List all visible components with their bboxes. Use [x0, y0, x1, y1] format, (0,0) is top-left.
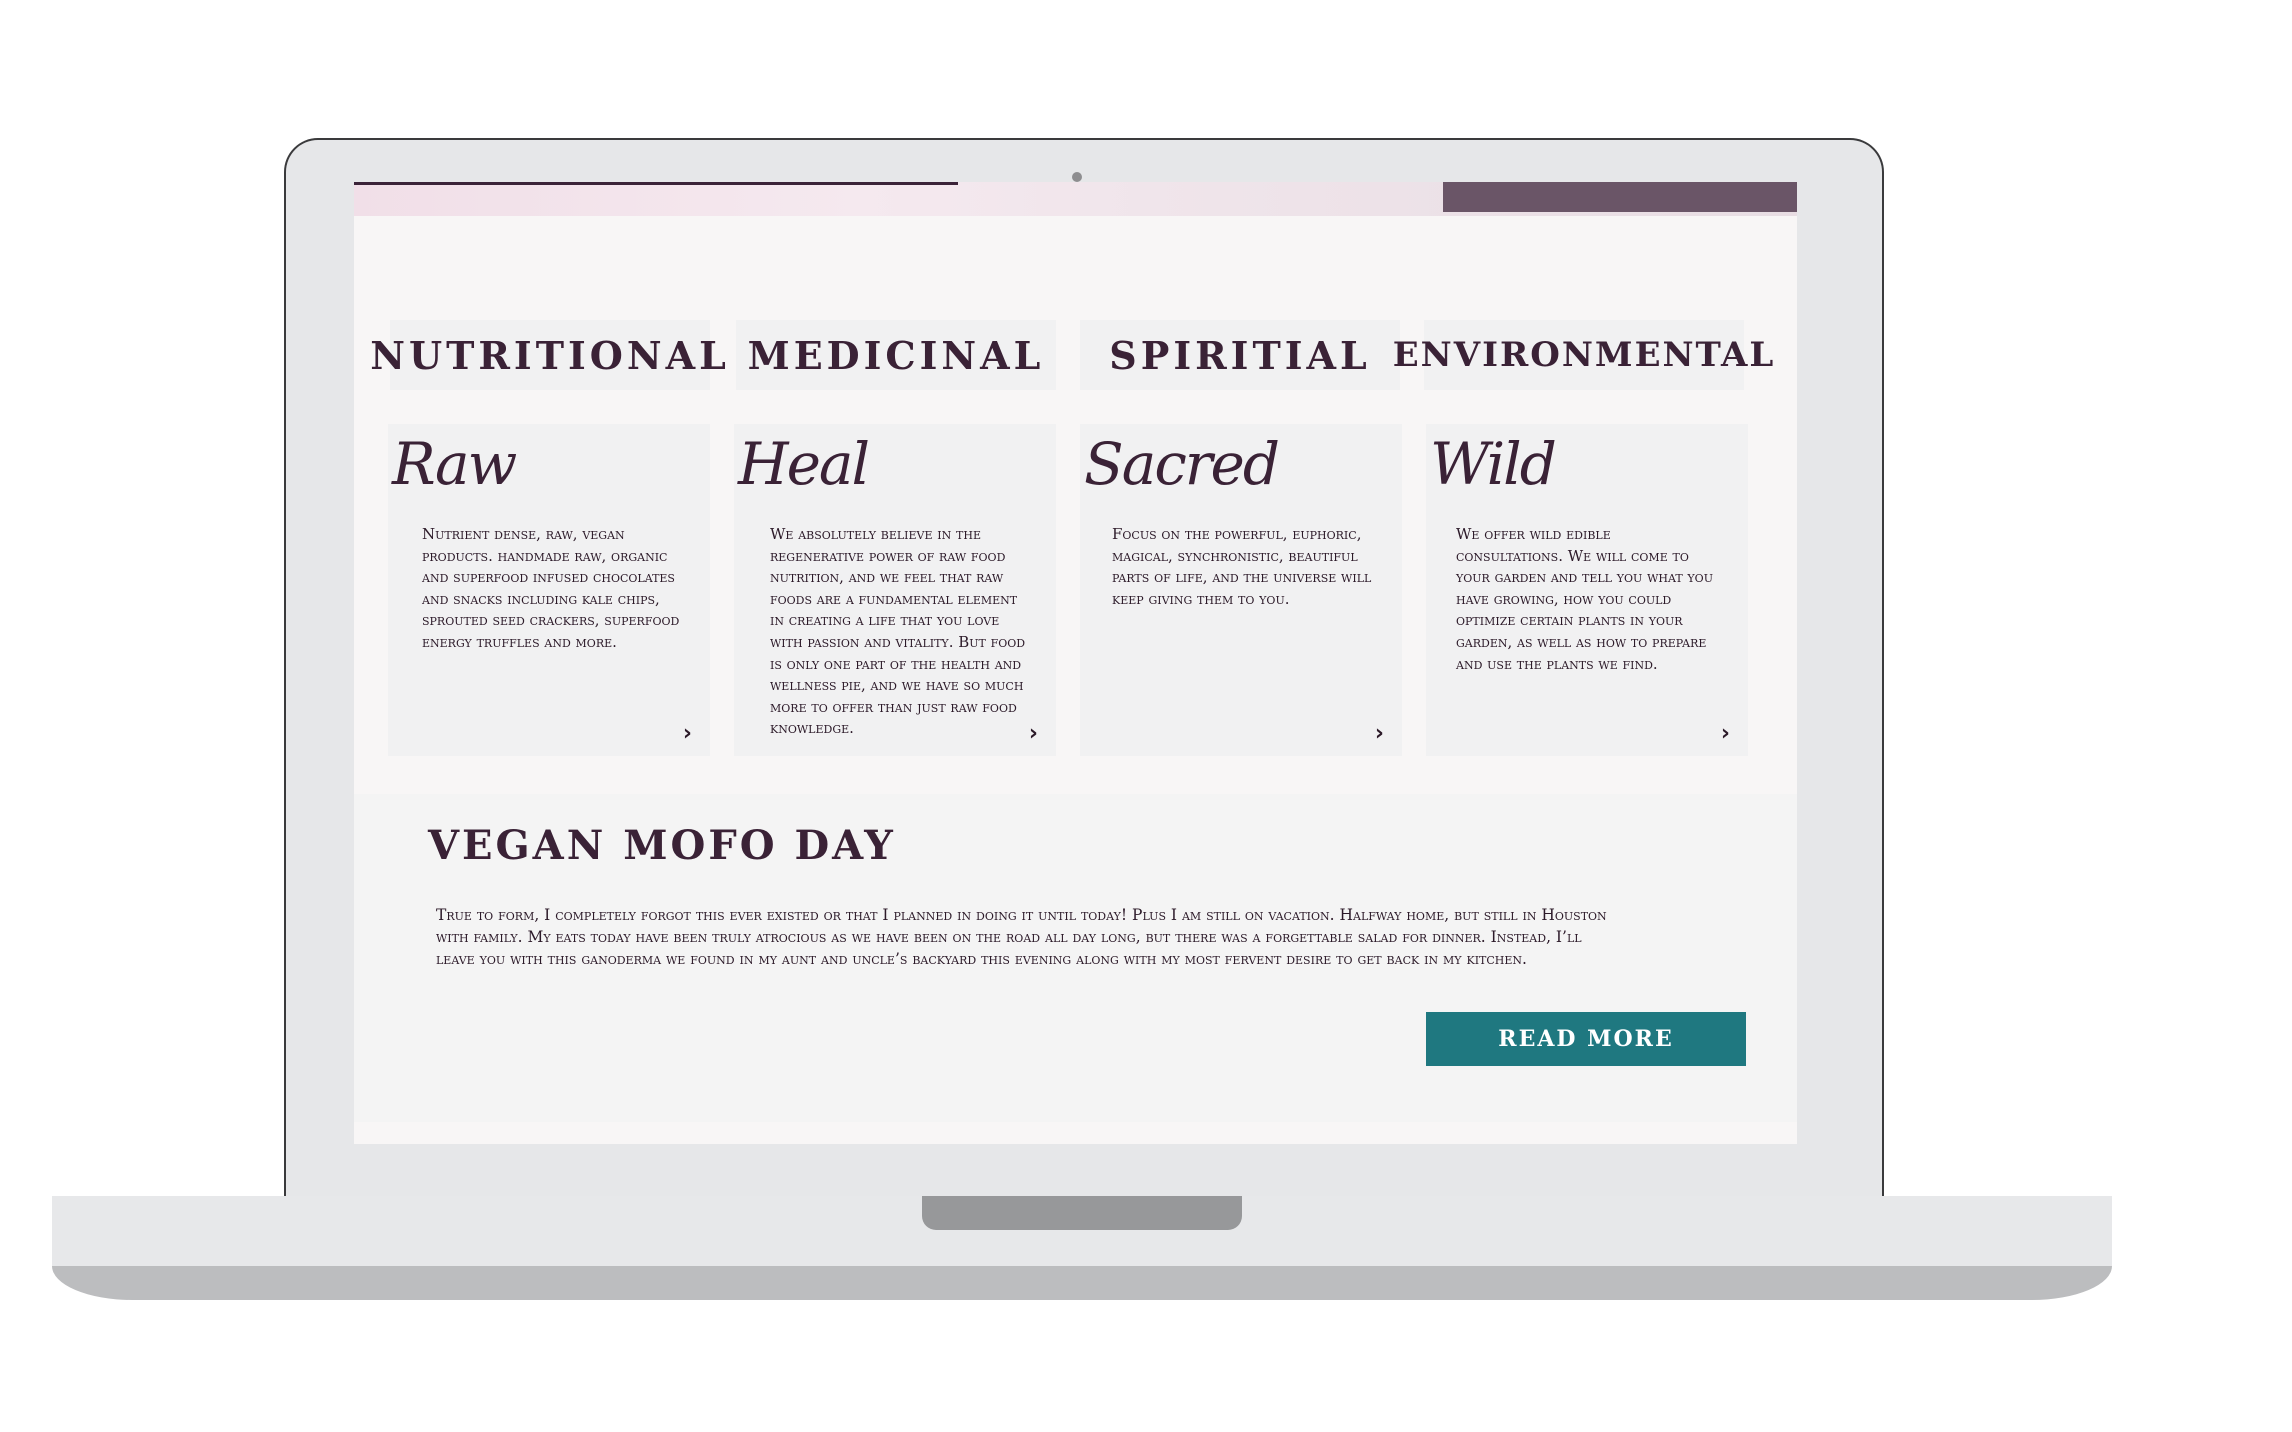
- category-label-environmental[interactable]: ENVIRONMENTAL: [1393, 320, 1773, 390]
- card-description: Nutrient dense, raw, vegan products. han…: [422, 525, 680, 651]
- laptop-notch: [922, 1196, 1242, 1230]
- card-description: We absolutely believe in the regenerativ…: [770, 525, 1026, 738]
- blog-post-section: VEGAN MOFO DAY True to form, I completel…: [354, 794, 1797, 1122]
- categories-section: NUTRITIONAL MEDICINAL SPIRITIAL ENVIRONM…: [354, 216, 1797, 794]
- header-strip: [354, 182, 1797, 216]
- category-card-sacred: Sacred Focus on the powerful, euphoric, …: [1080, 424, 1402, 756]
- card-script-title: Heal: [738, 430, 870, 498]
- card-script-title: Raw: [392, 430, 517, 498]
- read-more-button[interactable]: READ MORE: [1426, 1012, 1746, 1066]
- chevron-right-icon[interactable]: ›: [1029, 721, 1038, 746]
- header-divider: [354, 182, 958, 185]
- category-label-nutritional[interactable]: NUTRITIONAL: [370, 320, 726, 390]
- category-label-medicinal[interactable]: MEDICINAL: [736, 320, 1056, 390]
- laptop-base-shadow: [52, 1266, 2112, 1300]
- footer-strip: [354, 1122, 1797, 1144]
- blog-post-title[interactable]: VEGAN MOFO DAY: [428, 822, 896, 869]
- camera-dot: [1072, 172, 1082, 182]
- card-description: Focus on the powerful, euphoric, magical…: [1112, 525, 1372, 608]
- card-script-title: Sacred: [1084, 430, 1280, 498]
- category-card-wild: Wild We offer wild edible consultations.…: [1426, 424, 1748, 756]
- category-label-spiritial[interactable]: SPIRITIAL: [1080, 320, 1400, 390]
- website-screen: NUTRITIONAL MEDICINAL SPIRITIAL ENVIRONM…: [354, 182, 1797, 1144]
- chevron-right-icon[interactable]: ›: [683, 721, 692, 746]
- chevron-right-icon[interactable]: ›: [1721, 721, 1730, 746]
- blog-post-excerpt: True to form, I completely forgot this e…: [436, 906, 1607, 968]
- category-card-heal: Heal We absolutely believe in the regene…: [734, 424, 1056, 756]
- chevron-right-icon[interactable]: ›: [1375, 721, 1384, 746]
- category-card-raw: Raw Nutrient dense, raw, vegan products.…: [388, 424, 710, 756]
- header-accent-block: [1443, 182, 1797, 212]
- card-script-title: Wild: [1430, 430, 1557, 498]
- card-description: We offer wild edible consultations. We w…: [1456, 525, 1713, 673]
